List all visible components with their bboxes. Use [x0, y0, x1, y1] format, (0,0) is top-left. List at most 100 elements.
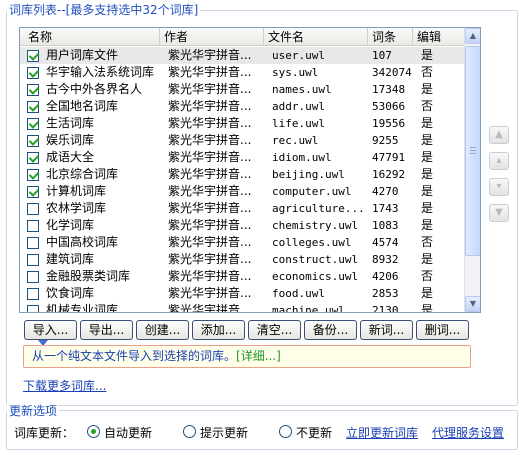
update-now-link[interactable]: 立即更新词库: [346, 424, 418, 441]
import-button[interactable]: 导入...: [24, 320, 77, 340]
row-author: 紫光华宇拼音...: [168, 65, 252, 79]
table-row[interactable]: 用户词库文件 紫光华宇拼音... user.uwl 107 是: [20, 47, 465, 64]
download-more-link[interactable]: 下载更多词库...: [23, 377, 106, 394]
column-file-header[interactable]: 文件名: [264, 28, 368, 46]
row-checkbox[interactable]: [27, 118, 39, 130]
table-row[interactable]: 金融股票类词库 紫光华宇拼音... economics.uwl 4206 否: [20, 268, 465, 285]
new-word-button[interactable]: 新词...: [360, 320, 413, 340]
info-tip: 从一个纯文本文件导入到选择的词库。[详细...]: [23, 345, 471, 368]
column-edit-header[interactable]: 编辑: [413, 28, 465, 46]
row-checkbox[interactable]: [27, 305, 39, 312]
row-edit: 否: [421, 235, 434, 249]
table-header: 名称 作者 文件名 词条 编辑: [20, 28, 465, 46]
radio-prompt-update[interactable]: [183, 425, 196, 438]
row-name: 金融股票类词库: [46, 269, 131, 283]
row-checkbox[interactable]: [27, 220, 39, 232]
row-author: 紫光华宇拼音...: [168, 303, 252, 313]
radio-auto-update-label[interactable]: 自动更新: [104, 424, 152, 441]
table-row[interactable]: 饮食词库 紫光华宇拼音... food.uwl 2853 是: [20, 285, 465, 302]
row-count: 4574: [372, 236, 399, 249]
row-edit: 是: [421, 201, 434, 215]
clear-button[interactable]: 清空...: [248, 320, 301, 340]
row-file: economics.uwl: [272, 270, 359, 283]
column-name-header[interactable]: 名称: [20, 28, 160, 46]
row-name: 用户词库文件: [46, 48, 119, 62]
row-checkbox[interactable]: [27, 254, 39, 266]
table-row[interactable]: 古今中外各界名人 紫光华宇拼音... names.uwl 17348 是: [20, 81, 465, 98]
table-row[interactable]: 化学词库 紫光华宇拼音... chemistry.uwl 1083 是: [20, 217, 465, 234]
radio-prompt-update-label[interactable]: 提示更新: [200, 424, 248, 441]
radio-no-update[interactable]: [279, 425, 292, 438]
row-count: 8932: [372, 253, 399, 266]
row-author: 紫光华宇拼音...: [168, 116, 252, 130]
row-file: agriculture...: [272, 202, 365, 215]
table-row[interactable]: 成语大全 紫光华宇拼音... idiom.uwl 47791 是: [20, 149, 465, 166]
add-button[interactable]: 添加...: [192, 320, 245, 340]
row-edit: 是: [421, 116, 434, 130]
table-row[interactable]: 机械专业词库 紫光华宇拼音... machine.uwl 2130 是: [20, 302, 465, 313]
scroll-up-icon[interactable]: ▲: [465, 28, 480, 44]
row-checkbox[interactable]: [27, 50, 39, 62]
row-checkbox[interactable]: [27, 84, 39, 96]
column-count-header[interactable]: 词条: [368, 28, 413, 46]
row-edit: 是: [421, 303, 434, 313]
row-checkbox[interactable]: [27, 288, 39, 300]
row-author: 紫光华宇拼音...: [168, 150, 252, 164]
move-down-icon[interactable]: ▾: [489, 178, 509, 196]
table-row[interactable]: 中国高校词库 紫光华宇拼音... colleges.uwl 4574 否: [20, 234, 465, 251]
radio-no-update-label[interactable]: 不更新: [296, 424, 332, 441]
row-checkbox[interactable]: [27, 152, 39, 164]
row-name: 北京综合词库: [46, 167, 119, 181]
row-count: 4270: [372, 185, 399, 198]
row-file: construct.uwl: [272, 253, 359, 266]
row-checkbox[interactable]: [27, 271, 39, 283]
row-edit: 否: [421, 99, 434, 113]
delete-word-button[interactable]: 删词...: [416, 320, 469, 340]
vertical-scrollbar[interactable]: ▲ ▼: [464, 28, 480, 312]
row-file: names.uwl: [272, 83, 332, 96]
table-row[interactable]: 计算机词库 紫光华宇拼音... computer.uwl 4270 是: [20, 183, 465, 200]
export-button[interactable]: 导出...: [80, 320, 133, 340]
dictionary-list-title: 词库列表--[最多支持选中32个词库]: [7, 1, 201, 18]
row-checkbox[interactable]: [27, 237, 39, 249]
row-file: life.uwl: [272, 117, 325, 130]
row-checkbox[interactable]: [27, 203, 39, 215]
row-file: colleges.uwl: [272, 236, 352, 249]
backup-button[interactable]: 备份...: [304, 320, 357, 340]
row-edit: 是: [421, 252, 434, 266]
row-edit: 是: [421, 167, 434, 181]
row-count: 47791: [372, 151, 406, 164]
move-up-icon[interactable]: ▴: [489, 152, 509, 170]
row-name: 建筑词库: [46, 252, 95, 266]
row-author: 紫光华宇拼音...: [168, 269, 252, 283]
row-edit: 是: [421, 184, 434, 198]
row-checkbox[interactable]: [27, 169, 39, 181]
table-row[interactable]: 农林学词库 紫光华宇拼音... agriculture... 1743 是: [20, 200, 465, 217]
column-author-header[interactable]: 作者: [160, 28, 264, 46]
row-checkbox[interactable]: [27, 101, 39, 113]
dictionary-table[interactable]: 名称 作者 文件名 词条 编辑 用户词库文件 紫光华宇拼音... user.uwl 1…: [19, 27, 481, 313]
row-name: 华宇输入法系统词库: [46, 65, 155, 79]
create-button[interactable]: 创建...: [136, 320, 189, 340]
row-file: user.uwl: [272, 49, 325, 62]
table-row[interactable]: 生活词库 紫光华宇拼音... life.uwl 19556 是: [20, 115, 465, 132]
row-file: machine.uwl: [272, 304, 345, 313]
row-edit: 是: [421, 150, 434, 164]
row-checkbox[interactable]: [27, 67, 39, 79]
move-top-icon[interactable]: ▲: [489, 126, 509, 144]
table-row[interactable]: 娱乐词库 紫光华宇拼音... rec.uwl 9255 是: [20, 132, 465, 149]
info-detail-link[interactable]: [详细...]: [236, 349, 281, 363]
row-count: 17348: [372, 83, 406, 96]
scroll-down-icon[interactable]: ▼: [465, 296, 480, 312]
radio-auto-update[interactable]: [87, 425, 100, 438]
row-checkbox[interactable]: [27, 135, 39, 147]
row-edit: 是: [421, 133, 434, 147]
scroll-thumb[interactable]: [465, 46, 480, 256]
table-row[interactable]: 华宇输入法系统词库 紫光华宇拼音... sys.uwl 342074 否: [20, 64, 465, 81]
row-checkbox[interactable]: [27, 186, 39, 198]
move-bottom-icon[interactable]: ▼: [489, 204, 509, 222]
proxy-settings-link[interactable]: 代理服务设置: [432, 424, 504, 441]
table-row[interactable]: 北京综合词库 紫光华宇拼音... beijing.uwl 16292 是: [20, 166, 465, 183]
table-row[interactable]: 全国地名词库 紫光华宇拼音... addr.uwl 53066 否: [20, 98, 465, 115]
table-row[interactable]: 建筑词库 紫光华宇拼音... construct.uwl 8932 是: [20, 251, 465, 268]
